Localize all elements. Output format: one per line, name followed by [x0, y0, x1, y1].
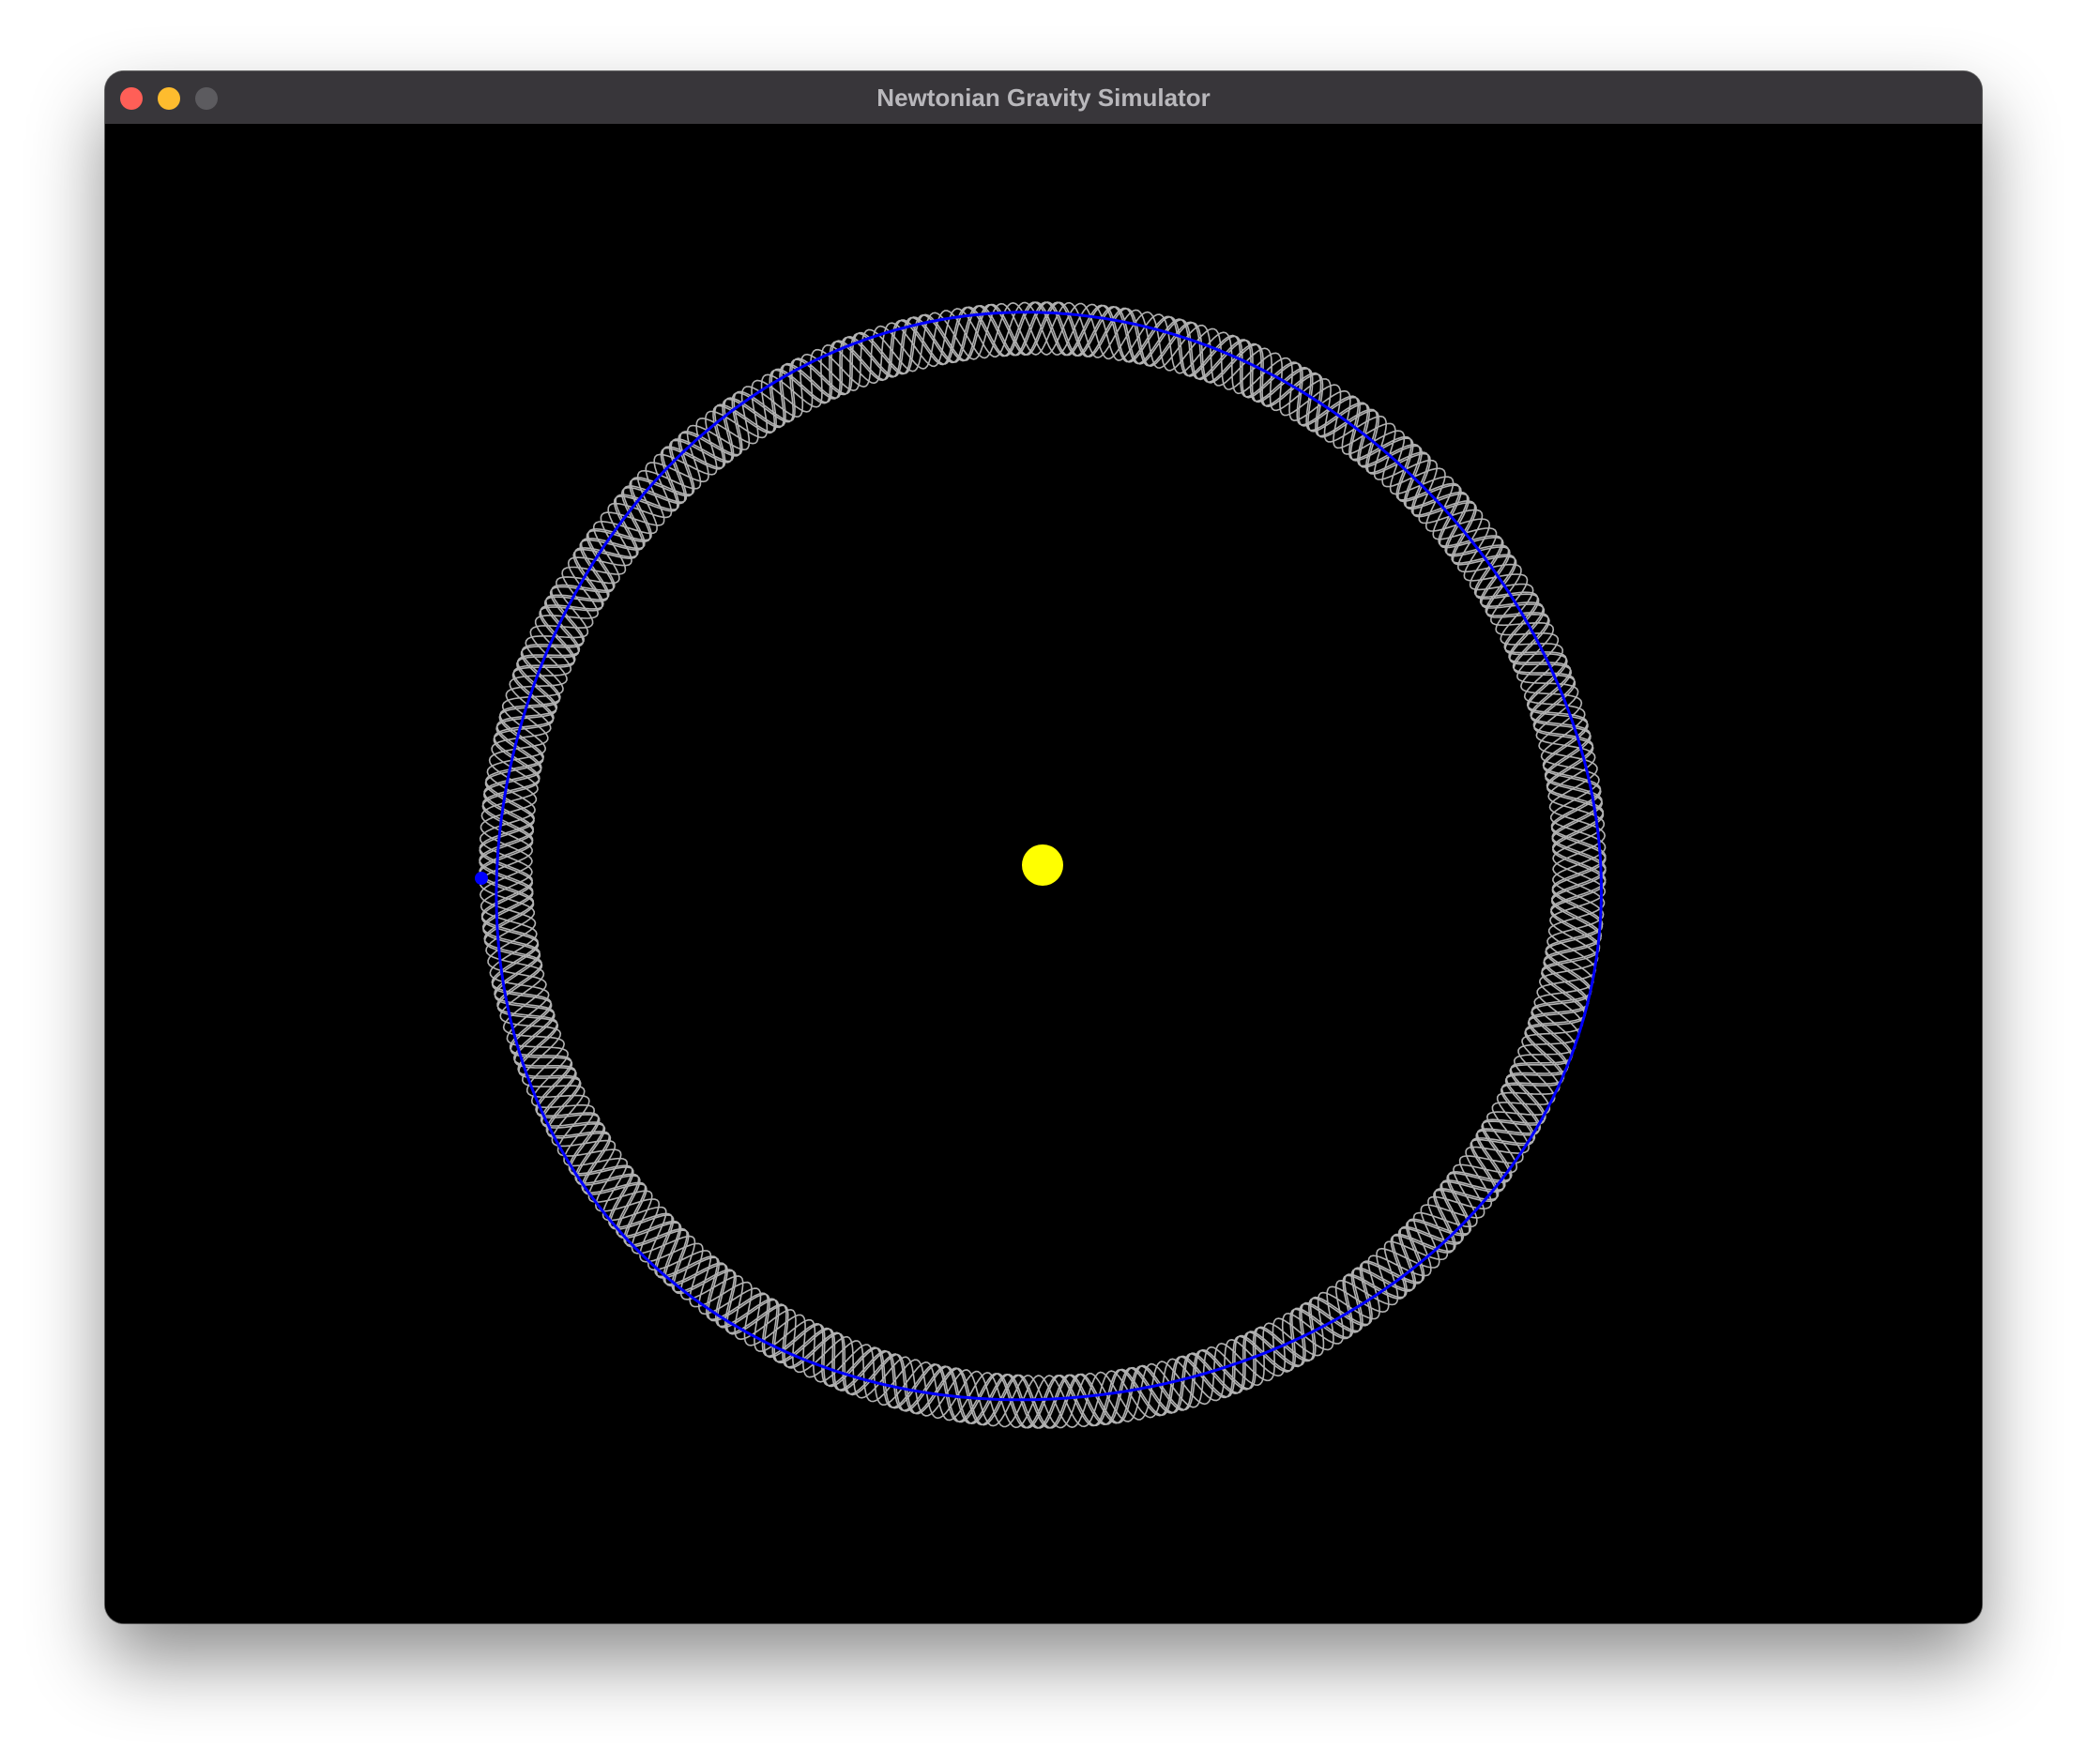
app-window: Newtonian Gravity Simulator — [105, 71, 1982, 1623]
planet — [475, 872, 488, 885]
desktop: Newtonian Gravity Simulator — [0, 0, 2087, 1764]
sun — [1022, 844, 1063, 886]
simulation-canvas[interactable] — [105, 124, 1982, 1623]
simulation-svg — [105, 124, 1982, 1623]
window-title: Newtonian Gravity Simulator — [876, 84, 1211, 112]
title-bar[interactable]: Newtonian Gravity Simulator — [105, 71, 1982, 125]
